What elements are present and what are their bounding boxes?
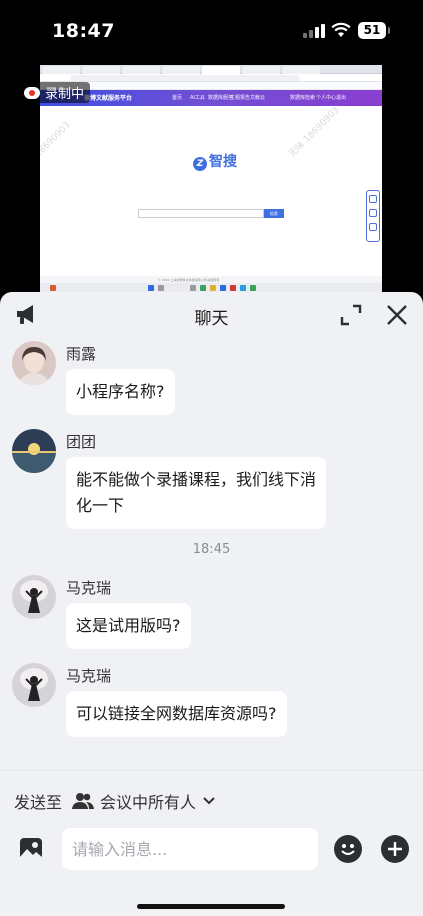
- site-nav-item[interactable]: 数据库检索: [290, 94, 315, 101]
- avatar[interactable]: [12, 575, 56, 619]
- record-icon: [24, 86, 40, 99]
- site-body: Z 智搜 检索: [40, 106, 382, 276]
- message-input-row: [0, 826, 423, 886]
- browser-address-bar[interactable]: [40, 74, 382, 82]
- wifi-icon: [331, 22, 351, 37]
- sender-name: 马克瑞: [66, 579, 112, 597]
- chat-header: 聊天: [0, 292, 423, 337]
- emoji-icon[interactable]: [334, 835, 362, 863]
- site-nav-item[interactable]: 退出: [336, 94, 346, 101]
- browser-tab-strip[interactable]: [40, 65, 382, 74]
- status-bar: 18:47 51: [0, 0, 423, 62]
- site-brand-logo: Z 智搜: [193, 151, 237, 171]
- add-icon[interactable]: [381, 835, 409, 863]
- site-nav-item[interactable]: AI工具: [190, 94, 205, 101]
- expand-icon[interactable]: [338, 302, 364, 328]
- chat-panel: 聊天 雨露 小程序名称? 团团 能不能做个录播课程，我们线下消 化一下 18:4…: [0, 292, 423, 916]
- message-bubble[interactable]: 小程序名称?: [66, 369, 175, 415]
- message-input[interactable]: [62, 828, 318, 870]
- close-icon[interactable]: [384, 302, 410, 328]
- avatar[interactable]: [12, 429, 56, 473]
- site-nav-item[interactable]: 主题报告: [230, 94, 250, 101]
- message-bubble[interactable]: 能不能做个录播课程，我们线下消 化一下: [66, 457, 327, 529]
- avatar[interactable]: [12, 663, 56, 707]
- divider: [0, 770, 423, 771]
- image-icon[interactable]: [18, 836, 44, 862]
- site-search-button[interactable]: 检索: [264, 209, 284, 218]
- recording-indicator[interactable]: 录制中: [22, 82, 91, 103]
- site-nav-item[interactable]: 文献云: [250, 94, 265, 101]
- site-nav-item[interactable]: 个人中心: [316, 94, 336, 101]
- avatar[interactable]: [12, 341, 56, 385]
- send-to-selector[interactable]: 发送至 会议中所有人: [14, 789, 216, 813]
- time-separator: 18:45: [192, 542, 231, 557]
- message-bubble[interactable]: 这是试用版吗?: [66, 603, 191, 649]
- chevron-down-icon: [203, 797, 215, 805]
- message-bubble[interactable]: 可以链接全网数据库资源吗?: [66, 691, 287, 737]
- shared-screen[interactable]: 德博文献服务平台 首页 AI工具 数据库服务 主题报告 文献云 数据库检索 个人…: [40, 65, 382, 293]
- send-to-target: 会议中所有人: [100, 793, 197, 812]
- site-side-toolbar[interactable]: [366, 190, 380, 242]
- sender-name: 团团: [66, 433, 97, 451]
- sender-name: 马克瑞: [66, 667, 112, 685]
- recording-label: 录制中: [45, 87, 85, 102]
- home-indicator[interactable]: [137, 904, 285, 909]
- send-to-label: 发送至: [14, 793, 63, 812]
- status-time: 18:47: [52, 20, 115, 42]
- browser-bookmarks-bar: [40, 82, 382, 90]
- site-nav-item[interactable]: 首页: [172, 94, 182, 101]
- people-icon: [72, 793, 95, 809]
- cellular-signal-icon: [303, 24, 325, 38]
- sender-name: 雨露: [66, 345, 97, 363]
- battery-icon: 51: [358, 22, 390, 39]
- site-search-input[interactable]: [138, 209, 264, 218]
- site-logo[interactable]: 德博文献服务平台: [84, 93, 132, 102]
